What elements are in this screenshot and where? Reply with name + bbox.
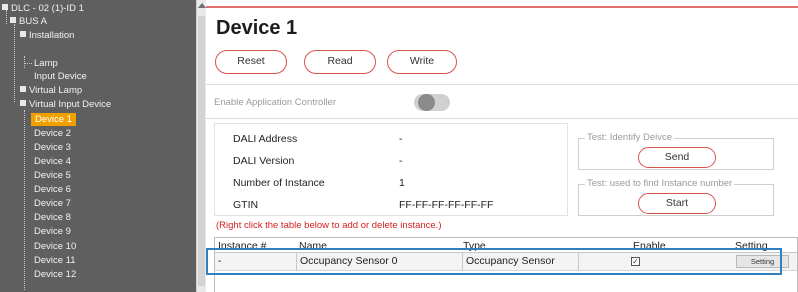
tree-virtual-lamp[interactable]: Virtual Lamp (20, 84, 82, 97)
tree-bus[interactable]: BUS A (10, 15, 47, 28)
header-accent-line (206, 6, 798, 8)
tree-device-3[interactable]: Device 3 (34, 141, 71, 154)
device-tree: DLC - 02 (1)-ID 1 BUS A Installation Lam… (0, 0, 196, 292)
find-instance-title: Test: used to find Instance number (585, 178, 735, 189)
divider (206, 84, 798, 85)
tree-installation[interactable]: Installation (20, 29, 74, 42)
row-highlight-box (206, 248, 782, 275)
dali-version-value: - (399, 155, 403, 167)
send-button[interactable]: Send (638, 147, 716, 168)
expand-icon[interactable] (10, 17, 16, 23)
identify-device-group: Test: Identify Deivce Send (578, 132, 774, 170)
table-hint: (Right click the table below to add or d… (216, 220, 442, 231)
write-button[interactable]: Write (387, 50, 457, 74)
tree-device-10[interactable]: Device 10 (34, 240, 76, 253)
scroll-up-icon[interactable] (198, 3, 206, 8)
dali-version-label: DALI Version (233, 155, 295, 167)
tree-device-5[interactable]: Device 5 (34, 169, 71, 182)
identify-device-title: Test: Identify Deivce (585, 132, 675, 143)
tree-device-12[interactable]: Device 12 (34, 268, 76, 281)
reset-button[interactable]: Reset (215, 50, 287, 74)
page-title: Device 1 (216, 17, 298, 39)
tree-virtual-input-device[interactable]: Virtual Input Device (20, 98, 111, 111)
gtin-label: GTIN (233, 199, 259, 211)
tree-device-8[interactable]: Device 8 (34, 211, 71, 224)
device-panel: Device 1 Reset Read Write Enable Applica… (206, 0, 798, 292)
tree-input-device[interactable]: Input Device (34, 70, 87, 83)
expand-icon[interactable] (20, 100, 26, 106)
expand-icon[interactable] (20, 31, 26, 37)
find-instance-group: Test: used to find Instance number Start (578, 178, 774, 216)
start-button[interactable]: Start (638, 193, 716, 214)
instances-value: 1 (399, 177, 405, 189)
tree-device-2[interactable]: Device 2 (34, 127, 71, 140)
tree-device-6[interactable]: Device 6 (34, 183, 71, 196)
tree-device-7[interactable]: Device 7 (34, 197, 71, 210)
tree-device-4[interactable]: Device 4 (34, 155, 71, 168)
dali-address-label: DALI Address (233, 133, 298, 145)
read-button[interactable]: Read (304, 50, 376, 74)
tree-root[interactable]: DLC - 02 (1)-ID 1 (2, 2, 84, 15)
gtin-value: FF-FF-FF-FF-FF-FF (399, 199, 494, 211)
expand-icon[interactable] (2, 4, 8, 10)
tree-device-9[interactable]: Device 9 (34, 225, 71, 238)
dali-address-value: - (399, 133, 403, 145)
expand-icon[interactable] (20, 86, 26, 92)
toggle-knob (418, 94, 435, 111)
tree-device-11[interactable]: Device 11 (34, 254, 76, 267)
device-info-box: DALI Address - DALI Version - Number of … (214, 123, 568, 216)
enable-controller-toggle[interactable] (414, 94, 450, 111)
instances-label: Number of Instance (233, 177, 325, 189)
tree-device-1[interactable]: Device 1 (31, 113, 76, 126)
tree-lamp[interactable]: Lamp (34, 57, 58, 70)
enable-controller-label: Enable Application Controller (214, 97, 336, 108)
tree-scrollbar[interactable] (196, 0, 206, 292)
divider (206, 118, 798, 119)
scrollbar-thumb[interactable] (198, 16, 205, 286)
